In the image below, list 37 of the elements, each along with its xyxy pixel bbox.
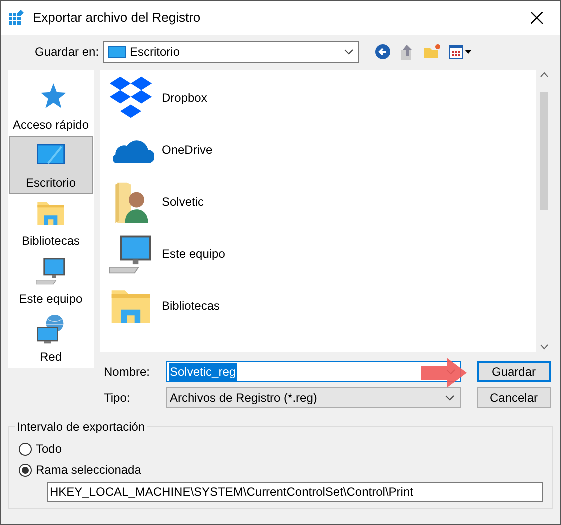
view-menu-button[interactable] bbox=[449, 45, 472, 59]
branch-path-field[interactable]: HKEY_LOCAL_MACHINE\SYSTEM\CurrentControlSet\Control\Print bbox=[47, 482, 543, 502]
caret-icon bbox=[465, 50, 472, 54]
type-dropdown[interactable]: Archivos de Registro (*.reg) bbox=[166, 387, 461, 408]
radio-option[interactable]: Rama seleccionada bbox=[19, 462, 552, 478]
back-icon[interactable] bbox=[375, 44, 391, 60]
place-item[interactable]: Red bbox=[9, 310, 93, 368]
up-folder-icon[interactable] bbox=[399, 44, 415, 60]
save-button[interactable]: Guardar bbox=[477, 361, 551, 382]
place-item[interactable]: Bibliotecas bbox=[9, 194, 93, 252]
save-in-label: Guardar en: bbox=[35, 44, 100, 61]
chevron-down-icon bbox=[445, 394, 455, 400]
radio-option[interactable]: Todo bbox=[19, 441, 552, 457]
new-folder-icon[interactable] bbox=[423, 44, 441, 60]
file-item[interactable]: Este equipo bbox=[108, 228, 536, 280]
grid-icon bbox=[449, 45, 463, 59]
window-title: Exportar archivo del Registro bbox=[33, 9, 201, 28]
place-item[interactable]: Acceso rápido bbox=[9, 78, 93, 136]
scrollbar-thumb[interactable] bbox=[540, 92, 548, 210]
save-in-dropdown[interactable]: Escritorio bbox=[103, 41, 359, 63]
registry-icon bbox=[9, 10, 25, 26]
desktop-icon bbox=[108, 46, 126, 58]
chevron-down-icon bbox=[344, 49, 354, 55]
chevron-up-icon bbox=[540, 72, 548, 78]
place-item[interactable]: Este equipo bbox=[9, 252, 93, 310]
arrow-overlay bbox=[421, 358, 467, 388]
name-label: Nombre: bbox=[103, 364, 152, 380]
dropbox-icon bbox=[108, 75, 154, 121]
file-item[interactable]: Solvetic bbox=[108, 176, 536, 228]
cancel-button[interactable]: Cancelar bbox=[477, 387, 551, 408]
file-item[interactable]: OneDrive bbox=[108, 124, 536, 176]
chevron-down-icon bbox=[540, 344, 548, 350]
file-item[interactable]: Bibliotecas bbox=[108, 280, 536, 332]
close-icon bbox=[531, 12, 543, 24]
file-item[interactable]: Dropbox bbox=[108, 72, 536, 124]
type-label: Tipo: bbox=[103, 390, 132, 406]
place-item[interactable]: Escritorio bbox=[9, 136, 93, 194]
